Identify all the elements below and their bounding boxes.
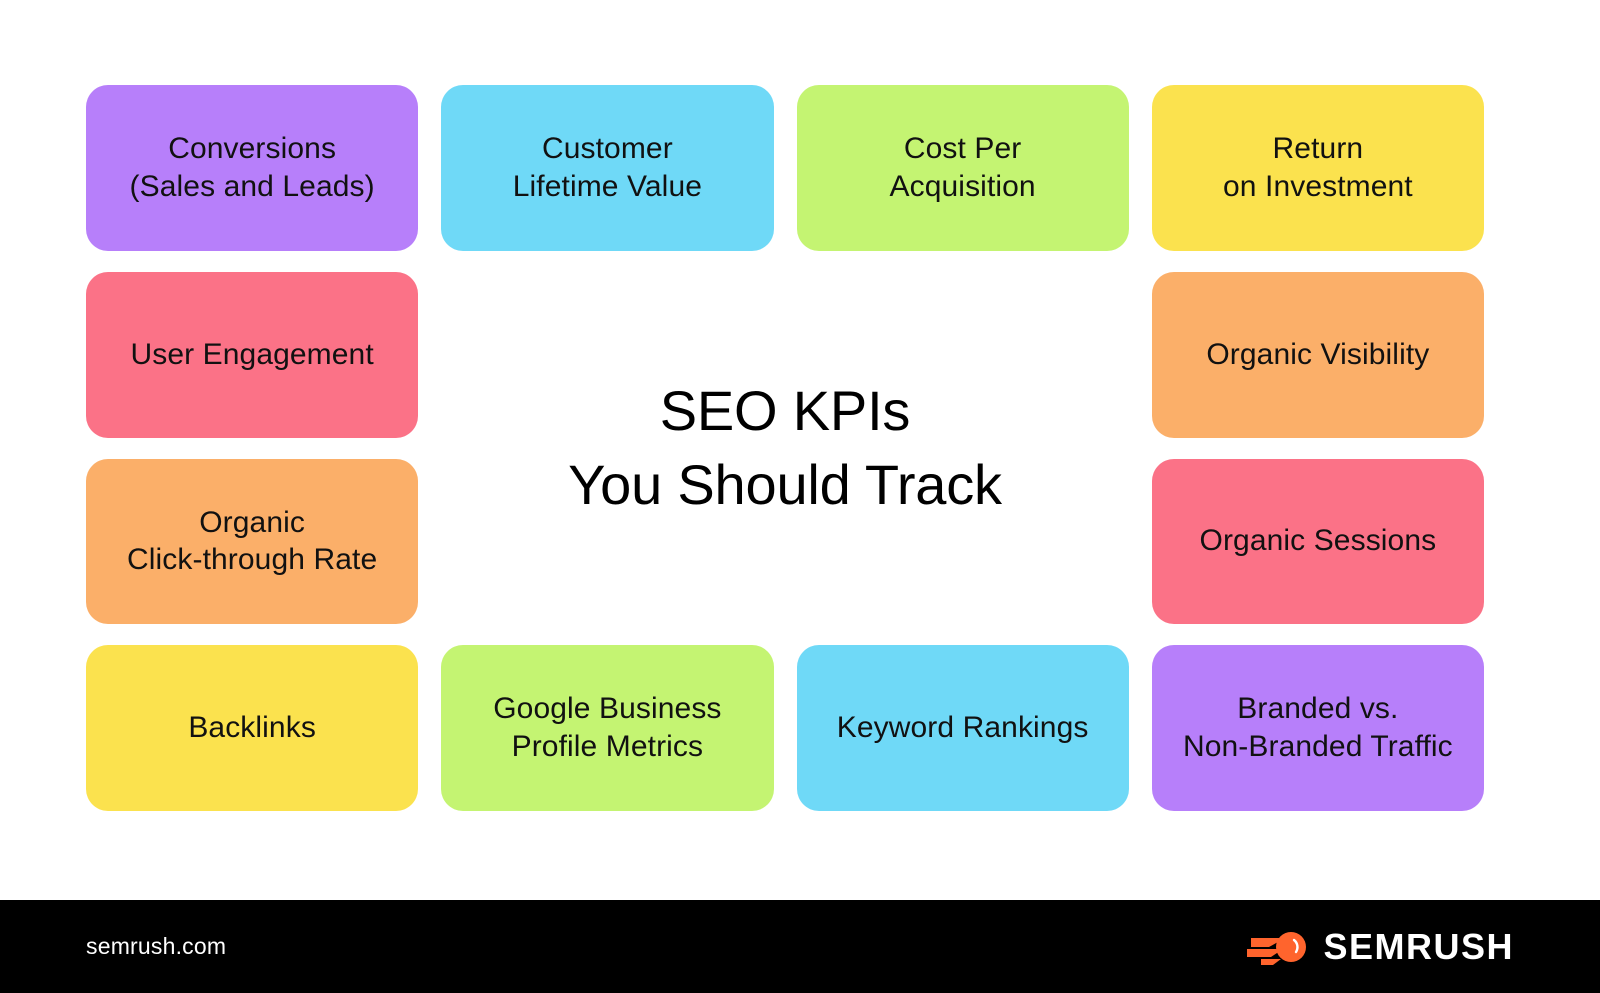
kpi-card-line-1: Customer	[541, 132, 673, 166]
kpi-card-organic-sessions[interactable]: Organic Sessions	[1151, 458, 1484, 625]
kpi-card-conversions[interactable]: Conversions (Sales and Leads)	[86, 85, 419, 251]
kpi-card-label: Organic Click-through Rate	[127, 504, 377, 580]
page-title-line-2: You Should Track	[568, 453, 1002, 516]
kpi-grid: Conversions (Sales and Leads) Customer Life…	[86, 85, 1484, 811]
kpi-card-line-1: Organic Visibility	[1206, 337, 1430, 371]
footer-website-url[interactable]: semrush.com	[86, 933, 226, 960]
page-title-line-1: SEO KPIs	[659, 378, 911, 442]
kpi-card-line-2: Acquisition	[889, 169, 1036, 203]
kpi-card-backlinks[interactable]: Backlinks	[86, 645, 419, 811]
footer-bar: semrush.com SEMRUSH	[0, 900, 1600, 993]
kpi-card-line-1: Cost Per	[903, 132, 1022, 166]
kpi-card-line-1: Return	[1272, 132, 1364, 166]
kpi-card-line-2: Non-Branded Traffic	[1182, 730, 1453, 764]
kpi-card-line-2: Lifetime Value	[512, 169, 703, 203]
kpi-card-label: Keyword Rankings	[837, 709, 1089, 747]
page-title: SEO KPIs You Should Track	[568, 374, 1002, 523]
semrush-wordmark: SEMRUSH	[1323, 925, 1514, 967]
kpi-card-cost-per-acquisition[interactable]: Cost Per Acquisition	[796, 85, 1129, 251]
center-title-block: SEO KPIs You Should Track	[441, 272, 1129, 625]
kpi-card-line-2: on Investment	[1223, 169, 1413, 203]
kpi-card-line-1: Keyword Rankings	[836, 711, 1089, 745]
kpi-card-line-1: Backlinks	[188, 711, 316, 745]
kpi-card-keyword-rankings[interactable]: Keyword Rankings	[796, 645, 1129, 811]
kpi-card-label: Customer Lifetime Value	[513, 130, 702, 206]
kpi-card-line-1: Google Business	[493, 692, 722, 726]
kpi-card-line-2: Click-through Rate	[127, 543, 378, 577]
kpi-card-organic-click-through-rate[interactable]: Organic Click-through Rate	[86, 458, 419, 625]
kpi-card-branded-vs-non-branded-traffic[interactable]: Branded vs. Non-Branded Traffic	[1151, 645, 1484, 811]
kpi-card-line-1: Conversions	[168, 132, 337, 166]
kpi-card-organic-visibility[interactable]: Organic Visibility	[1151, 271, 1484, 438]
kpi-card-google-business-profile-metrics[interactable]: Google Business Profile Metrics	[441, 645, 774, 811]
kpi-card-line-2: Profile Metrics	[511, 730, 704, 764]
kpi-card-return-on-investment[interactable]: Return on Investment	[1151, 85, 1484, 251]
infographic-canvas: Conversions (Sales and Leads) Customer Life…	[0, 0, 1600, 993]
kpi-card-line-2: (Sales and Leads)	[129, 169, 375, 203]
kpi-card-label: Organic Visibility	[1206, 336, 1429, 374]
kpi-card-line-1: User Engagement	[130, 337, 374, 371]
kpi-card-line-1: Organic	[199, 505, 305, 539]
kpi-card-label: Organic Sessions	[1200, 522, 1437, 560]
kpi-card-line-1: Organic Sessions	[1199, 524, 1437, 558]
kpi-card-user-engagement[interactable]: User Engagement	[86, 271, 419, 438]
kpi-card-label: Return on Investment	[1223, 130, 1413, 206]
kpi-card-customer-lifetime-value[interactable]: Customer Lifetime Value	[441, 85, 774, 251]
kpi-card-line-1: Branded vs.	[1237, 692, 1399, 726]
kpi-card-label: User Engagement	[130, 336, 373, 374]
kpi-card-label: Google Business Profile Metrics	[493, 690, 721, 766]
kpi-card-label: Backlinks	[188, 709, 316, 747]
kpi-card-label: Conversions (Sales and Leads)	[130, 130, 375, 206]
semrush-logo[interactable]: SEMRUSH	[1247, 926, 1514, 968]
kpi-card-label: Cost Per Acquisition	[890, 130, 1036, 206]
semrush-comet-icon	[1247, 928, 1309, 966]
kpi-card-label: Branded vs. Non-Branded Traffic	[1183, 690, 1453, 766]
